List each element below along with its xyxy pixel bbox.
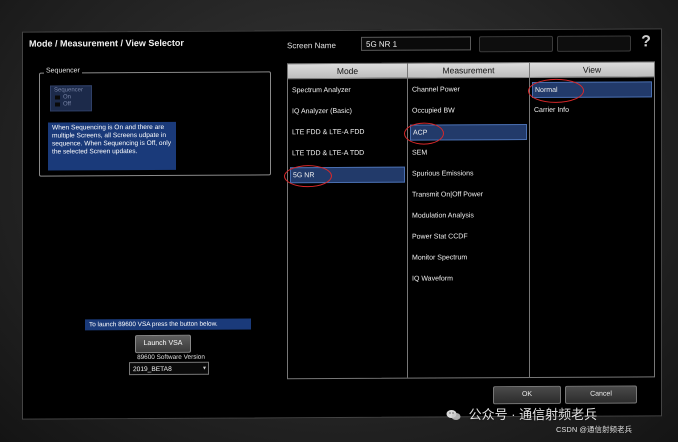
sequencer-option-label: Sequencer bbox=[54, 87, 84, 94]
view-column-header: View bbox=[530, 62, 654, 79]
meas-item-power-stat-ccdf[interactable]: Power Stat CCDF bbox=[410, 229, 527, 246]
watermark-sub: CSDN @通信射频老兵 bbox=[556, 425, 632, 434]
selector-table: Mode Spectrum Analyzer IQ Analyzer (Basi… bbox=[284, 61, 655, 380]
chevron-down-icon[interactable]: ▾ bbox=[203, 363, 206, 376]
meas-item-channel-power[interactable]: Channel Power bbox=[410, 82, 527, 99]
view-column: View Normal Carrier Info bbox=[528, 62, 654, 377]
meas-item-modulation-analysis[interactable]: Modulation Analysis bbox=[410, 208, 527, 225]
screen-name-label: Screen Name bbox=[287, 41, 336, 51]
mode-item-lte-fdd[interactable]: LTE FDD & LTE-A FDD bbox=[290, 125, 405, 142]
software-version-value: 2019_BETA8 bbox=[133, 365, 172, 374]
watermark-text: 公众号 · 通信射频老兵 bbox=[468, 407, 598, 422]
sequencer-group: Sequencer Sequencer On Off When Sequenci… bbox=[39, 67, 271, 177]
disabled-button-1 bbox=[479, 35, 553, 53]
sequencer-label: Sequencer bbox=[44, 67, 82, 75]
sequencer-option-on[interactable]: On bbox=[63, 94, 71, 100]
sequencer-info-text: When Sequencing is On and there are mult… bbox=[48, 121, 176, 171]
radio-off-icon[interactable] bbox=[55, 102, 60, 107]
measurement-column-header: Measurement bbox=[408, 63, 529, 79]
sequencer-radio-group[interactable]: Sequencer On Off bbox=[50, 85, 92, 112]
meas-item-occupied-bw[interactable]: Occupied BW bbox=[410, 103, 527, 120]
meas-item-spurious-emissions[interactable]: Spurious Emissions bbox=[410, 166, 527, 183]
meas-item-monitor-spectrum[interactable]: Monitor Spectrum bbox=[410, 250, 527, 267]
wechat-icon bbox=[446, 410, 461, 420]
help-button[interactable]: ? bbox=[637, 32, 655, 52]
watermark: 公众号 · 通信射频老兵 bbox=[446, 404, 672, 423]
view-item-carrier-info[interactable]: Carrier Info bbox=[532, 102, 652, 119]
meas-item-transmit-on-off-power[interactable]: Transmit On|Off Power bbox=[410, 187, 527, 204]
mode-column-header: Mode bbox=[288, 63, 407, 80]
mode-item-lte-tdd[interactable]: LTE TDD & LTE-A TDD bbox=[290, 146, 405, 163]
ok-button[interactable]: OK bbox=[493, 385, 561, 405]
dialog-title: Mode / Measurement / View Selector bbox=[29, 37, 184, 49]
sequencer-option-off[interactable]: Off bbox=[63, 101, 71, 107]
meas-item-sem[interactable]: SEM bbox=[410, 145, 527, 162]
software-version-label: 89600 Software Version bbox=[137, 353, 205, 362]
measurement-column: Measurement Channel Power Occupied BW AC… bbox=[404, 63, 530, 378]
mode-column: Mode Spectrum Analyzer IQ Analyzer (Basi… bbox=[284, 63, 408, 379]
cancel-button[interactable]: Cancel bbox=[565, 385, 637, 404]
radio-on-icon[interactable] bbox=[55, 95, 60, 100]
meas-item-acp[interactable]: ACP bbox=[410, 124, 527, 141]
screen-name-field[interactable]: 5G NR 1 bbox=[361, 36, 471, 51]
meas-item-iq-waveform[interactable]: IQ Waveform bbox=[410, 271, 527, 288]
vsa-info-text: To launch 89600 VSA press the button bel… bbox=[85, 318, 251, 331]
mode-item-iq-analyzer[interactable]: IQ Analyzer (Basic) bbox=[290, 104, 405, 121]
software-version-select[interactable]: 2019_BETA8 ▾ bbox=[129, 361, 209, 376]
analyzer-screen: Mode / Measurement / View Selector Scree… bbox=[22, 28, 662, 420]
disabled-button-2 bbox=[557, 35, 631, 52]
mode-item-spectrum-analyzer[interactable]: Spectrum Analyzer bbox=[290, 83, 405, 100]
mode-item-5g-nr[interactable]: 5G NR bbox=[290, 166, 405, 184]
view-item-normal[interactable]: Normal bbox=[532, 81, 652, 99]
launch-vsa-button[interactable]: Launch VSA bbox=[135, 334, 191, 354]
